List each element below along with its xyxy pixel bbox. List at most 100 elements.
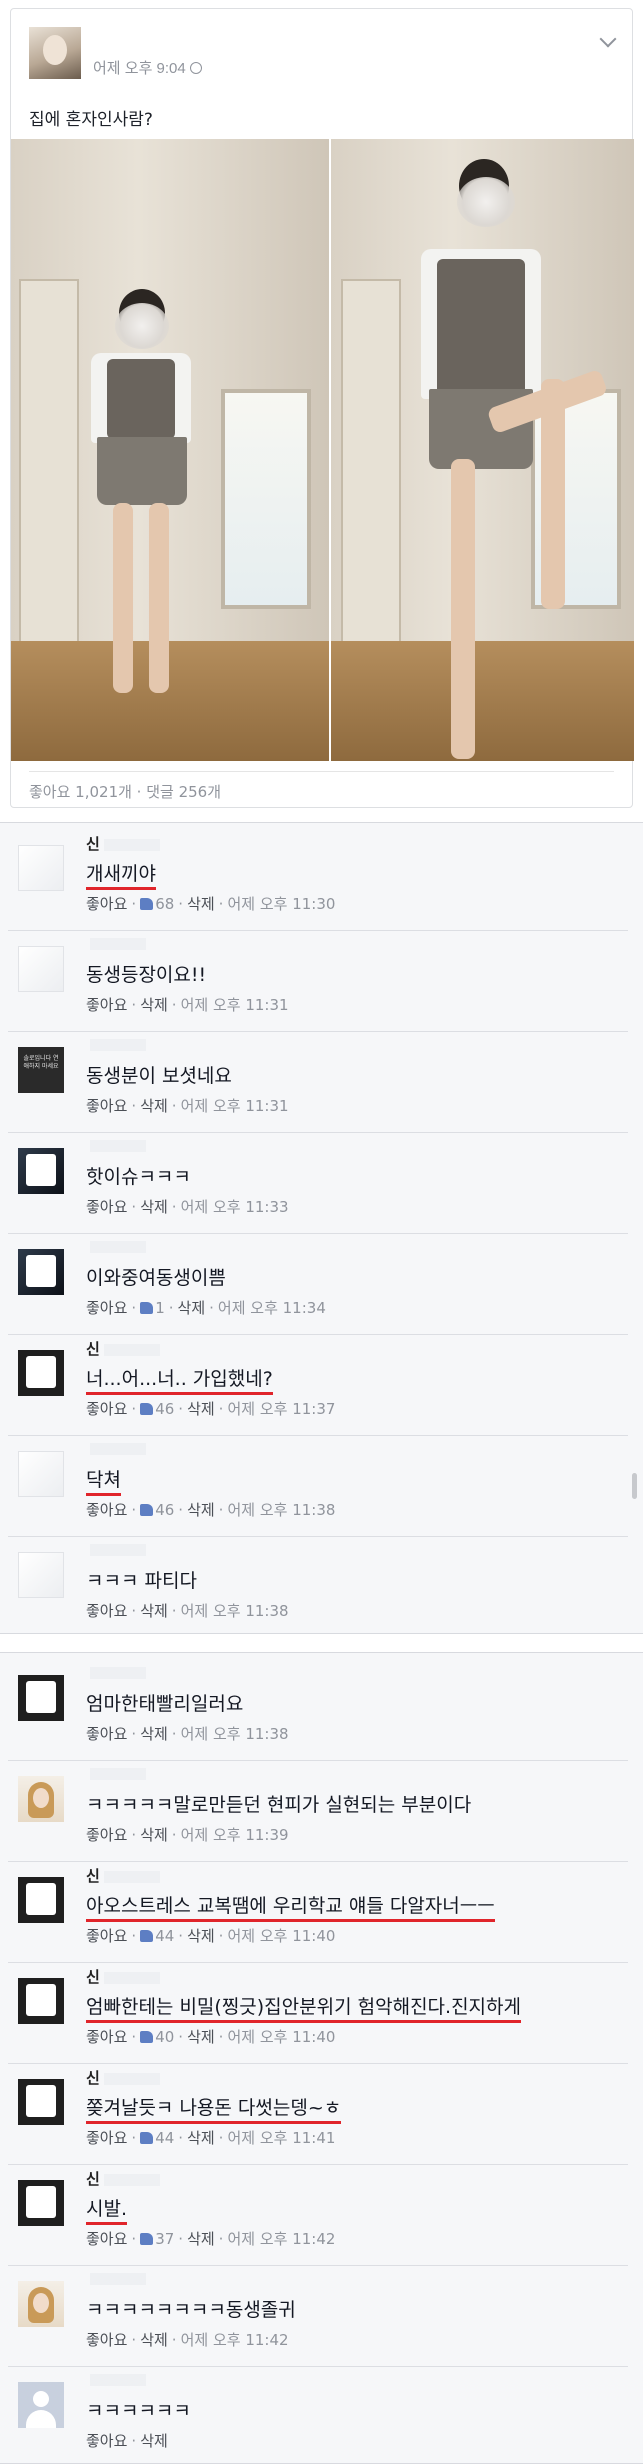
commenter-avatar[interactable]: [18, 1249, 64, 1295]
comment-timestamp[interactable]: 어제 오후 11:38: [227, 1501, 335, 1519]
like-link[interactable]: 좋아요: [86, 1400, 127, 1418]
like-link[interactable]: 좋아요: [86, 1927, 127, 1945]
like-link[interactable]: 좋아요: [86, 1198, 127, 1216]
comment-timestamp[interactable]: 어제 오후 11:42: [227, 2230, 335, 2248]
like-count[interactable]: 40: [155, 2028, 174, 2046]
commenter-name[interactable]: 신: [86, 1966, 160, 1987]
commenter-name[interactable]: 신: [86, 2067, 160, 2088]
comment-timestamp[interactable]: 어제 오후 11:33: [181, 1198, 289, 1216]
post-timestamp[interactable]: 어제 오후 9:04: [93, 57, 202, 78]
like-link[interactable]: 좋아요: [86, 2129, 127, 2147]
commenter-name[interactable]: [86, 1035, 146, 1053]
delete-link[interactable]: 삭제: [140, 2331, 168, 2349]
commenter-name[interactable]: [86, 1136, 146, 1154]
commenter-avatar[interactable]: [18, 946, 64, 992]
commenter-name[interactable]: [86, 1764, 146, 1782]
like-count[interactable]: 44: [155, 2129, 174, 2147]
commenter-avatar[interactable]: [18, 1776, 64, 1822]
commenter-name[interactable]: 신: [86, 1865, 160, 1886]
comment-timestamp[interactable]: 어제 오후 11:38: [181, 1725, 289, 1743]
like-count[interactable]: 37: [155, 2230, 174, 2248]
commenter-name[interactable]: [86, 2269, 146, 2287]
like-link[interactable]: 좋아요: [86, 1725, 127, 1743]
comment-item: 신 아오스트레스 교복땜에 우리학교 얘들 다알자너ㅡㅡ 좋아요 · 44 · 삭제 · 어제 …: [8, 1859, 628, 1963]
like-count[interactable]: 68: [155, 895, 174, 913]
scrollbar-thumb[interactable]: [632, 1473, 637, 1499]
comment-timestamp[interactable]: 어제 오후 11:31: [181, 996, 289, 1014]
like-link[interactable]: 좋아요: [86, 1097, 127, 1115]
delete-link[interactable]: 삭제: [140, 1602, 168, 1620]
comment-timestamp[interactable]: 어제 오후 11:38: [181, 1602, 289, 1620]
comment-timestamp[interactable]: 어제 오후 11:40: [227, 2028, 335, 2046]
commenter-avatar[interactable]: [18, 1350, 64, 1396]
post-reaction-stats[interactable]: 좋아요 1,021개 · 댓글 256개: [29, 781, 221, 802]
like-link[interactable]: 좋아요: [86, 1501, 127, 1519]
commenter-avatar[interactable]: [18, 2180, 64, 2226]
comment-timestamp[interactable]: 어제 오후 11:34: [218, 1299, 326, 1317]
like-count[interactable]: 44: [155, 1927, 174, 1945]
post-photo-left[interactable]: [11, 139, 329, 761]
comment-timestamp[interactable]: 어제 오후 11:37: [227, 1400, 335, 1418]
commenter-name[interactable]: 신: [86, 833, 160, 854]
commenter-avatar[interactable]: [18, 1978, 64, 2024]
delete-link[interactable]: 삭제: [187, 2028, 215, 2046]
commenter-avatar[interactable]: [18, 1675, 64, 1721]
commenter-avatar[interactable]: [18, 845, 64, 891]
commenter-avatar[interactable]: [18, 1148, 64, 1194]
like-count[interactable]: 46: [155, 1400, 174, 1418]
delete-link[interactable]: 삭제: [178, 1299, 206, 1317]
delete-link[interactable]: 삭제: [187, 895, 215, 913]
commenter-avatar[interactable]: [18, 1451, 64, 1497]
like-link[interactable]: 좋아요: [86, 1826, 127, 1844]
delete-link[interactable]: 삭제: [187, 2230, 215, 2248]
comment-meta: 좋아요 · 삭제 · 어제 오후 11:38: [86, 1725, 289, 1743]
thumbs-up-icon: [140, 2132, 154, 2144]
delete-link[interactable]: 삭제: [140, 1826, 168, 1844]
commenter-avatar[interactable]: [18, 2281, 64, 2327]
commenter-name[interactable]: [86, 1237, 146, 1255]
like-count[interactable]: 46: [155, 1501, 174, 1519]
like-link[interactable]: 좋아요: [86, 2432, 127, 2450]
like-link[interactable]: 좋아요: [86, 1602, 127, 1620]
delete-link[interactable]: 삭제: [187, 1501, 215, 1519]
like-count[interactable]: 1: [155, 1299, 165, 1317]
like-link[interactable]: 좋아요: [86, 996, 127, 1014]
like-link[interactable]: 좋아요: [86, 895, 127, 913]
like-link[interactable]: 좋아요: [86, 2331, 127, 2349]
like-link[interactable]: 좋아요: [86, 2028, 127, 2046]
commenter-avatar[interactable]: [18, 1552, 64, 1598]
comment-timestamp[interactable]: 어제 오후 11:41: [227, 2129, 335, 2147]
commenter-avatar[interactable]: 솔로입니다 연애하지 마세요: [18, 1047, 64, 1093]
delete-link[interactable]: 삭제: [140, 1097, 168, 1115]
delete-link[interactable]: 삭제: [140, 1198, 168, 1216]
delete-link[interactable]: 삭제: [187, 1927, 215, 1945]
commenter-avatar[interactable]: [18, 1877, 64, 1923]
post-author-avatar[interactable]: [29, 27, 81, 79]
comment-timestamp[interactable]: 어제 오후 11:42: [181, 2331, 289, 2349]
commenter-name[interactable]: 신: [86, 1338, 160, 1359]
commenter-name[interactable]: 신: [86, 2168, 160, 2189]
delete-link[interactable]: 삭제: [187, 2129, 215, 2147]
comment-timestamp[interactable]: 어제 오후 11:31: [181, 1097, 289, 1115]
comment-timestamp[interactable]: 어제 오후 11:30: [227, 895, 335, 913]
delete-link[interactable]: 삭제: [140, 1725, 168, 1743]
comment-meta: 좋아요 · 삭제 · 어제 오후 11:38: [86, 1602, 289, 1620]
commenter-name[interactable]: [86, 1540, 146, 1558]
commenter-name[interactable]: [86, 934, 146, 952]
commenter-avatar[interactable]: [18, 2382, 64, 2428]
commenter-avatar[interactable]: [18, 2079, 64, 2125]
comment-text: 시발.: [86, 2194, 127, 2225]
commenter-name[interactable]: [86, 1663, 146, 1681]
commenter-name[interactable]: [86, 1439, 146, 1457]
like-link[interactable]: 좋아요: [86, 1299, 127, 1317]
comment-timestamp[interactable]: 어제 오후 11:40: [227, 1927, 335, 1945]
post-photo-right[interactable]: [331, 139, 634, 761]
delete-link[interactable]: 삭제: [140, 996, 168, 1014]
comment-timestamp[interactable]: 어제 오후 11:39: [181, 1826, 289, 1844]
like-link[interactable]: 좋아요: [86, 2230, 127, 2248]
delete-link[interactable]: 삭제: [140, 2432, 168, 2450]
commenter-name[interactable]: [86, 2370, 146, 2388]
chevron-down-icon[interactable]: [599, 30, 617, 48]
delete-link[interactable]: 삭제: [187, 1400, 215, 1418]
comment-text: ㅋㅋㅋ 파티다: [86, 1570, 197, 1592]
